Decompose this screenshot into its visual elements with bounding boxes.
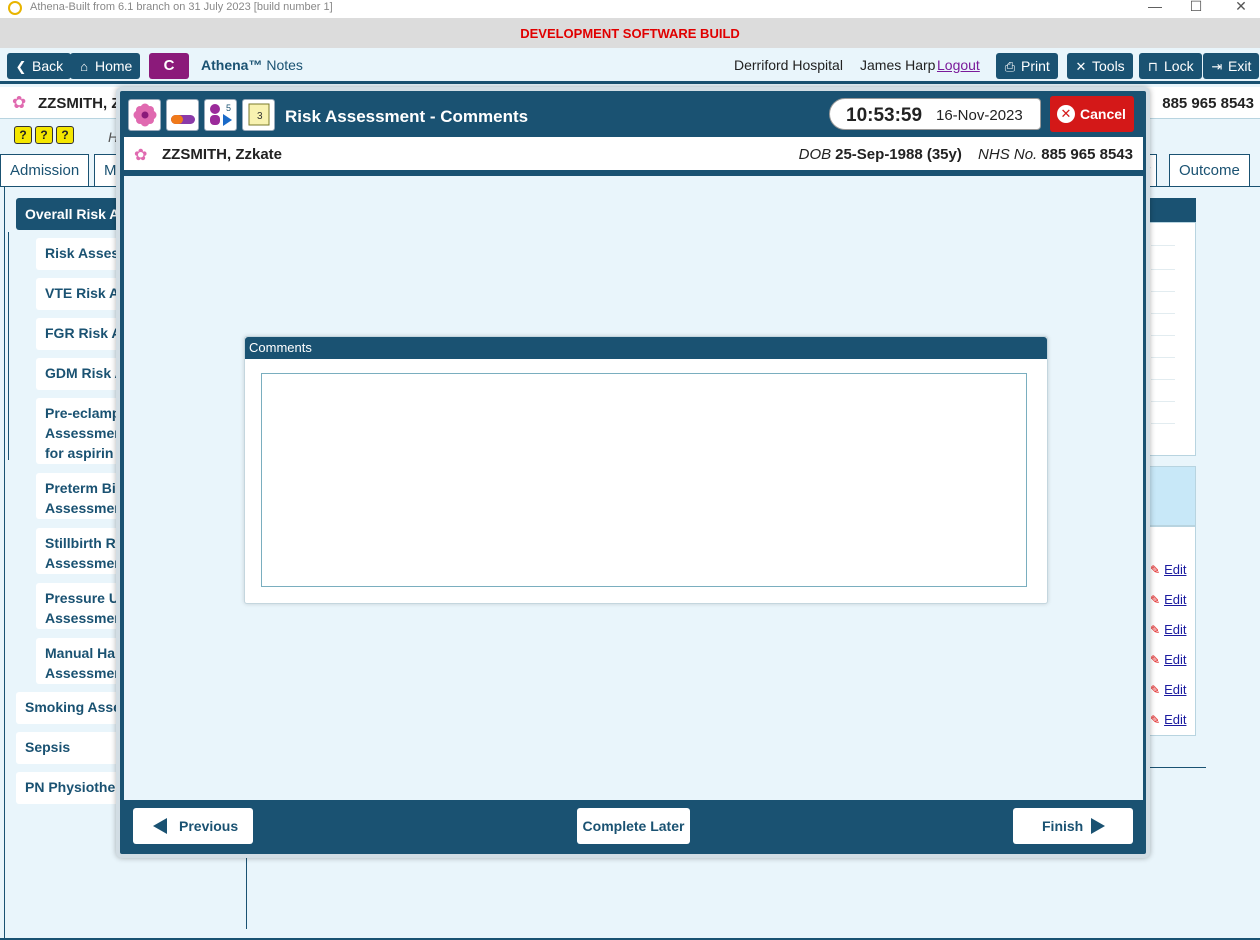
back-button[interactable]: ❮ Back — [7, 53, 72, 79]
flower-icon[interactable] — [128, 99, 161, 131]
comments-header: Comments — [245, 337, 1047, 359]
right-divider — [1146, 767, 1206, 768]
logout-link[interactable]: Logout — [937, 57, 980, 73]
edit-link[interactable]: Edit — [1164, 712, 1186, 727]
cancel-x-icon: ✕ — [1057, 105, 1075, 123]
window-title: Athena-Built from 6.1 branch on 31 July … — [30, 1, 333, 13]
alert-icon-row: ??? — [14, 126, 77, 146]
flower-icon: ✿ — [12, 93, 27, 112]
dialog-patient-name: ZZSMITH, Zzkate — [162, 146, 283, 163]
edit-link[interactable]: Edit — [1164, 562, 1186, 577]
nav-divider — [8, 232, 9, 460]
maximize-icon[interactable]: ☐ — [1181, 0, 1211, 15]
tools-icon: ✕ — [1075, 59, 1087, 74]
nav-sepsis[interactable]: Sepsis — [16, 732, 131, 764]
finish-button[interactable]: Finish — [1013, 808, 1133, 844]
user-name: James Harp — [860, 57, 936, 73]
patient-nhs: 885 965 8543 — [1162, 95, 1254, 112]
edit-link[interactable]: Edit — [1164, 592, 1186, 607]
arrow-left-icon — [153, 818, 167, 834]
edit-link[interactable]: Edit — [1164, 682, 1186, 697]
printer-icon: ⎙ — [1004, 59, 1016, 74]
edit-link[interactable]: Edit — [1164, 652, 1186, 667]
home-icon: ⌂ — [80, 59, 88, 74]
svg-text:3: 3 — [257, 111, 263, 122]
app-logo-icon — [8, 1, 22, 15]
edit-row: ✎ Edit — [1150, 652, 1186, 667]
exit-button[interactable]: ⇥ Exit — [1203, 53, 1260, 79]
clock-date: 16-Nov-2023 — [936, 107, 1023, 124]
tools-button[interactable]: ✕ Tools — [1067, 53, 1133, 79]
app-brand: Athena™ Notes — [201, 57, 303, 73]
dialog-patient-info: DOB 25-Sep-1988 (35y) NHS No. 885 965 8543 — [798, 146, 1133, 163]
pencil-icon: ✎ — [1150, 593, 1161, 607]
exit-icon: ⇥ — [1211, 59, 1223, 74]
patient-name: ZZSMITH, Z — [38, 95, 121, 112]
medication-icon[interactable] — [166, 99, 199, 131]
notes-icon[interactable]: 3 — [242, 99, 275, 131]
complete-later-button[interactable]: Complete Later — [577, 808, 690, 844]
nav-smoking[interactable]: Smoking Asse — [16, 692, 131, 724]
chevron-left-icon: ❮ — [15, 59, 27, 74]
dialog-title: Risk Assessment - Comments — [285, 107, 529, 126]
content-divider — [246, 855, 247, 929]
clock-time: 10:53:59 — [846, 105, 923, 126]
nav-pn-physio[interactable]: PN Physiother — [16, 772, 131, 804]
pencil-icon: ✎ — [1150, 653, 1161, 667]
arrow-right-icon — [1091, 818, 1105, 834]
tab-outcome[interactable]: Outcome — [1169, 154, 1250, 186]
nav-overall-risk[interactable]: Overall Risk A — [16, 198, 131, 230]
clock-display: 10:53:59 16-Nov-2023 — [829, 98, 1041, 130]
lock-button[interactable]: ⊓ Lock — [1139, 53, 1202, 79]
lock-icon: ⊓ — [1147, 59, 1159, 74]
minimize-icon[interactable]: — — [1140, 0, 1170, 14]
dialog-patient-bar: ✿ ZZSMITH, Zzkate DOB 25-Sep-1988 (35y) N… — [124, 137, 1143, 173]
pencil-icon: ✎ — [1150, 623, 1161, 637]
cancel-button[interactable]: ✕ Cancel — [1050, 96, 1134, 132]
svg-text:5: 5 — [226, 103, 231, 113]
notes-alert-icon[interactable]: ? — [14, 126, 32, 144]
edit-link[interactable]: Edit — [1164, 622, 1186, 637]
pencil-icon: ✎ — [1150, 713, 1161, 727]
edit-row: ✎ Edit — [1150, 622, 1186, 637]
dev-build-banner: DEVELOPMENT SOFTWARE BUILD — [0, 18, 1260, 48]
top-toolbar: ❮ Back ⌂ Home C Athena™ Notes Derriford Ho… — [0, 48, 1260, 84]
comments-textarea[interactable] — [261, 373, 1027, 587]
dialog-content: Comments — [124, 176, 1143, 800]
previous-button[interactable]: Previous — [133, 808, 253, 844]
edit-row: ✎ Edit — [1150, 592, 1186, 607]
risk-assessment-comments-dialog: 5 3 Risk Assessment - Comments 10:53:59 … — [116, 87, 1150, 858]
comments-panel: Comments — [244, 336, 1048, 604]
tab-admission[interactable]: Admission — [0, 154, 90, 186]
hospital-name: Derriford Hospital — [734, 57, 843, 73]
home-button[interactable]: ⌂ Home — [70, 53, 141, 79]
c-button[interactable]: C — [149, 53, 189, 79]
edit-row: ✎ Edit — [1150, 682, 1186, 697]
window-titlebar: Athena-Built from 6.1 branch on 31 July … — [0, 0, 1260, 18]
question-alert-icon[interactable]: ? — [35, 126, 53, 144]
edit-row: ✎ Edit — [1150, 562, 1186, 577]
pencil-icon: ✎ — [1150, 683, 1161, 697]
edit-row: ✎ Edit — [1150, 712, 1186, 727]
print-button[interactable]: ⎙ Print — [996, 53, 1058, 79]
flower-icon: ✿ — [134, 147, 148, 164]
baby-count-icon[interactable]: 5 — [204, 99, 237, 131]
pencil-icon: ✎ — [1150, 563, 1161, 577]
close-icon[interactable]: ✕ — [1226, 0, 1256, 15]
help-alert-icon[interactable]: ? — [56, 126, 74, 144]
